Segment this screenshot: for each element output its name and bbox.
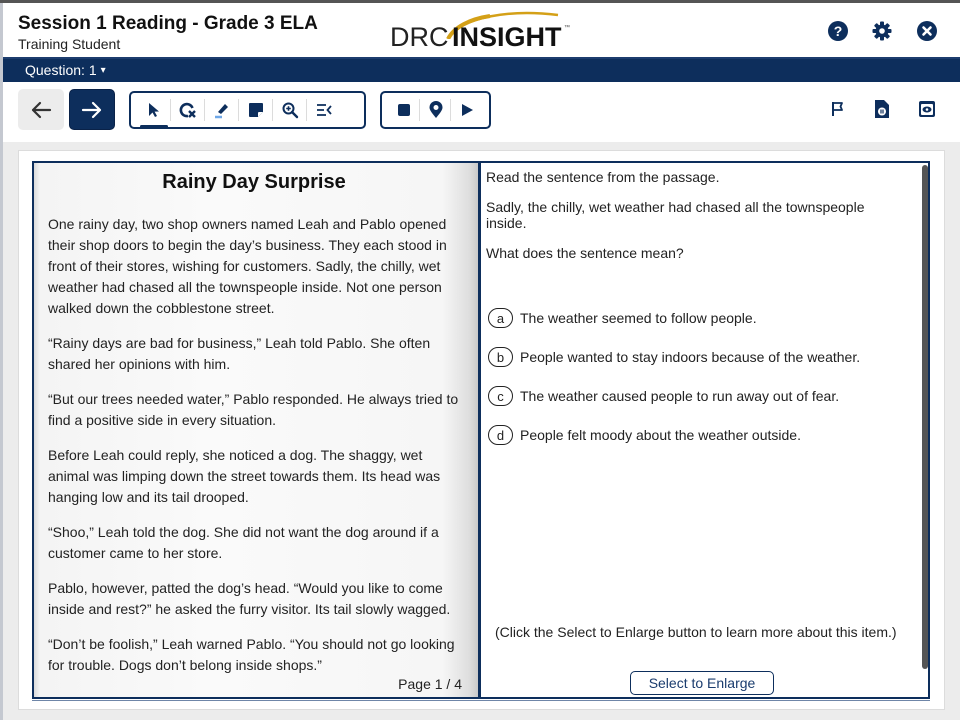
close-icon [917, 21, 937, 41]
stop-icon [397, 104, 410, 116]
option-text: The weather caused people to run away ou… [520, 388, 840, 404]
option-bubble[interactable]: d [488, 425, 513, 445]
help-icon: ? [828, 21, 848, 41]
answer-option-a[interactable]: a The weather seemed to follow people. [488, 307, 860, 329]
app-header: Session 1 Reading - Grade 3 ELA Training… [0, 3, 960, 57]
option-bubble[interactable]: a [488, 308, 513, 328]
passage-paragraph: One rainy day, two shop owners named Lea… [48, 216, 447, 316]
chevron-down-icon: ▾ [100, 65, 106, 76]
passage-paragraph: Before Leah could reply, she noticed a d… [48, 447, 441, 505]
passage-paragraph: “Shoo,” Leah told the dog. She did not w… [48, 524, 439, 561]
question-panel: Read the sentence from the passage. Sadl… [481, 163, 928, 697]
stem-question: What does the sentence mean? [486, 245, 684, 261]
line-reader-tool[interactable] [306, 95, 341, 125]
pointer-icon [149, 103, 159, 117]
window-top-edge [0, 0, 960, 3]
audio-tools-group [380, 91, 491, 129]
close-test-button[interactable] [916, 20, 938, 42]
item-frame: Rainy Day Surprise One rainy day, two sh… [32, 161, 930, 701]
play-icon [462, 104, 474, 116]
location-pin-icon [429, 101, 442, 118]
answer-option-b[interactable]: b People wanted to stay indoors because … [488, 346, 860, 368]
option-text: People felt moody about the weather outs… [520, 427, 801, 443]
session-title: Session 1 Reading - Grade 3 ELA [18, 13, 318, 34]
audio-location-button[interactable] [418, 95, 452, 125]
tools-group [129, 91, 366, 129]
stem-instruction: Read the sentence from the passage. [486, 169, 720, 185]
question-panel-scrollbar[interactable] [922, 165, 928, 669]
option-eliminator-tool[interactable] [170, 95, 205, 125]
magnifier-tool[interactable] [272, 95, 307, 125]
next-button[interactable] [69, 89, 115, 130]
help-button[interactable]: ? [827, 20, 849, 42]
line-reader-icon [317, 104, 332, 116]
logo-drc-text: DRC [390, 22, 449, 52]
student-name: Training Student [18, 36, 121, 52]
passage-body: One rainy day, two shop owners named Lea… [48, 214, 462, 690]
question-number-label: Question: 1 [25, 62, 97, 78]
next-arrow-icon [81, 101, 102, 118]
option-text: People wanted to stay indoors because of… [520, 349, 861, 365]
magnifier-icon [282, 102, 299, 119]
flag-button[interactable] [827, 98, 849, 120]
option-bubble[interactable]: c [488, 386, 513, 406]
answer-option-c[interactable]: c The weather caused people to run away … [488, 385, 860, 407]
passage-paragraph: “Rainy days are bad for business,” Leah … [48, 335, 431, 372]
select-to-enlarge-button[interactable]: Select to Enlarge [630, 671, 774, 695]
back-arrow-icon [31, 101, 52, 118]
flag-icon [832, 102, 843, 116]
pause-test-button[interactable] [871, 98, 893, 120]
highlighter-icon [215, 104, 228, 119]
settings-button[interactable] [871, 20, 893, 42]
question-stem: Read the sentence from the passage. Sadl… [486, 169, 896, 275]
stop-audio-button[interactable] [388, 95, 420, 125]
passage-title: Rainy Day Surprise [162, 171, 346, 193]
sticky-note-icon [249, 103, 263, 117]
svg-text:?: ? [834, 23, 843, 39]
review-icon [919, 101, 935, 117]
passage-paragraph: “But our trees needed water,” Pablo resp… [48, 391, 459, 428]
option-text: The weather seemed to follow people. [520, 310, 757, 326]
drc-insight-logo: DRC INSIGHT ™ [390, 9, 580, 53]
pointer-tool[interactable] [137, 95, 171, 128]
answer-option-d[interactable]: d People felt moody about the weather ou… [488, 424, 860, 446]
option-eliminator-icon [179, 102, 196, 118]
window-left-edge [0, 0, 3, 720]
settings-gear-icon [872, 21, 892, 41]
back-button[interactable] [18, 89, 64, 130]
answer-options: a The weather seemed to follow people. b… [488, 307, 860, 463]
page-indicator: Page 1 / 4 [398, 676, 462, 692]
passage-paragraph: “Don’t be foolish,” Leah warned Pablo. “… [48, 636, 455, 673]
highlighter-tool[interactable] [204, 95, 239, 125]
option-bubble[interactable]: b [488, 347, 513, 367]
enlarge-hint: (Click the Select to Enlarge button to l… [495, 624, 897, 640]
test-toolbar [0, 82, 960, 142]
sticky-note-tool[interactable] [238, 95, 273, 125]
passage-paragraph: Pablo, however, patted the dog’s head. “… [48, 580, 451, 617]
play-audio-button[interactable] [450, 95, 483, 125]
pause-test-icon [875, 100, 889, 118]
reading-passage: Rainy Day Surprise One rainy day, two sh… [34, 163, 478, 697]
question-bar: Question: 1 ▾ [0, 57, 960, 82]
logo-insight-text: INSIGHT [452, 22, 562, 52]
review-button[interactable] [916, 98, 938, 120]
question-selector-dropdown[interactable]: Question: 1 ▾ [25, 62, 106, 78]
stem-quoted-sentence: Sadly, the chilly, wet weather had chase… [486, 199, 865, 231]
logo-trademark: ™ [564, 25, 570, 31]
